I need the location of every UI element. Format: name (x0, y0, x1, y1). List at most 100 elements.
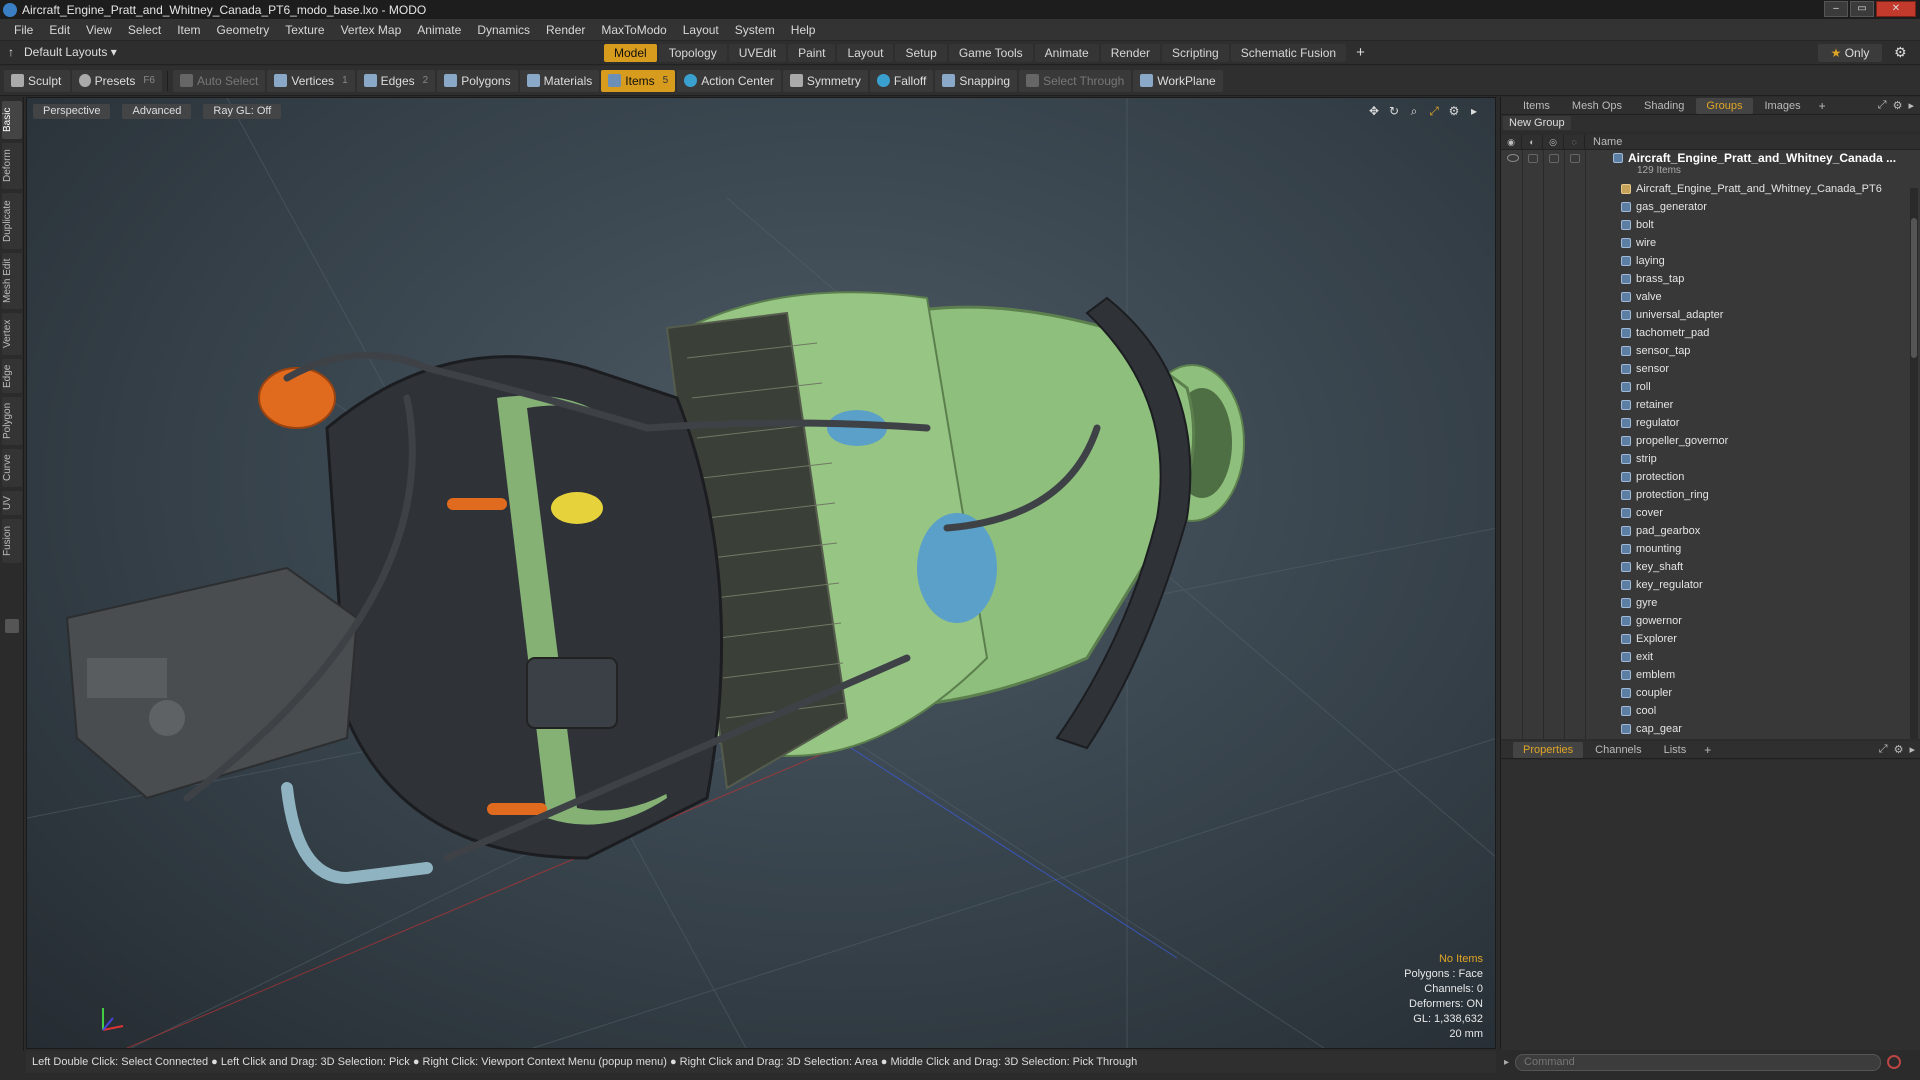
tree-group-row[interactable]: valve (1501, 288, 1909, 306)
view-projection-button[interactable]: Perspective (33, 104, 111, 119)
menu-layout[interactable]: Layout (675, 23, 727, 37)
left-tab-mesh-edit[interactable]: Mesh Edit (2, 253, 22, 309)
menu-maxtomodo[interactable]: MaxToModo (593, 23, 674, 37)
left-tab-vertex[interactable]: Vertex (2, 313, 22, 355)
tab-lists[interactable]: Lists (1654, 742, 1697, 758)
menu-render[interactable]: Render (538, 23, 593, 37)
menu-view[interactable]: View (78, 23, 120, 37)
add-tab-button[interactable]: + (1348, 44, 1373, 62)
close-button[interactable]: ✕ (1876, 1, 1916, 17)
tree-group-row[interactable]: tachometr_pad (1501, 324, 1909, 342)
restore-button[interactable]: ▭ (1850, 1, 1874, 17)
tree-group-row[interactable]: retainer (1501, 396, 1909, 414)
tab-layout[interactable]: Layout (837, 44, 894, 62)
tab-render[interactable]: Render (1100, 44, 1161, 62)
tab-mesh-ops[interactable]: Mesh Ops (1562, 98, 1632, 114)
tab-animate[interactable]: Animate (1034, 44, 1099, 62)
add-properties-tab-button[interactable]: + (1698, 743, 1717, 757)
3d-viewport[interactable]: Perspective Advanced Ray GL: Off ✥ ↻ ⌕ ⤢… (26, 97, 1496, 1049)
left-tab-curve[interactable]: Curve (2, 449, 22, 487)
tab-topology[interactable]: Topology (658, 44, 727, 62)
tree-group-row[interactable]: protection (1501, 468, 1909, 486)
tab-schematic-fusion[interactable]: Schematic Fusion (1230, 44, 1347, 62)
select-column-icon[interactable]: ◌ (1564, 135, 1585, 150)
tree-group-row[interactable]: wire (1501, 234, 1909, 252)
tree-group-row[interactable]: cover (1501, 504, 1909, 522)
render-column-icon[interactable]: ◐ (1522, 135, 1543, 150)
menu-edit[interactable]: Edit (41, 23, 78, 37)
tree-group-row[interactable]: roll (1501, 378, 1909, 396)
tree-scrollbar-thumb[interactable] (1911, 218, 1917, 358)
menu-texture[interactable]: Texture (277, 23, 332, 37)
layout-selector[interactable]: ↑ Default Layouts ▾ (8, 45, 117, 59)
properties-arrow-icon[interactable]: ▸ (1909, 743, 1915, 756)
render-toggle-icon[interactable] (1528, 154, 1538, 163)
tree-mesh-item[interactable]: Aircraft_Engine_Pratt_and_Whitney_Canada… (1501, 180, 1909, 198)
tree-group-row[interactable]: Explorer (1501, 630, 1909, 648)
new-group-button[interactable]: New Group (1503, 116, 1571, 130)
only-button[interactable]: ★ Only (1818, 44, 1882, 62)
command-clear-icon[interactable] (1887, 1055, 1902, 1069)
tree-group-row[interactable]: sensor_tap (1501, 342, 1909, 360)
menu-system[interactable]: System (727, 23, 783, 37)
tree-group-row[interactable]: gyre (1501, 594, 1909, 612)
tree-group-row[interactable]: bolt (1501, 216, 1909, 234)
tab-paint[interactable]: Paint (788, 44, 836, 62)
items-button[interactable]: Items 5 (601, 69, 676, 92)
menu-item[interactable]: Item (169, 23, 208, 37)
tab-model[interactable]: Model (604, 44, 657, 62)
snapping-button[interactable]: Snapping (935, 69, 1018, 92)
fit-view-icon[interactable]: ⤢ (1427, 104, 1441, 118)
tab-uvedit[interactable]: UVEdit (728, 44, 787, 62)
menu-help[interactable]: Help (783, 23, 824, 37)
shading-mode-button[interactable]: Advanced (122, 104, 192, 119)
tab-scripting[interactable]: Scripting (1162, 44, 1229, 62)
minimize-button[interactable]: – (1824, 1, 1848, 17)
presets-button[interactable]: Presets F6 (72, 69, 162, 92)
menu-vertex-map[interactable]: Vertex Map (333, 23, 410, 37)
tree-scrollbar[interactable] (1910, 188, 1918, 739)
lock-toggle-icon[interactable] (1549, 154, 1559, 163)
tree-group-row[interactable]: key_regulator (1501, 576, 1909, 594)
tree-group-row[interactable]: pad_turbine (1501, 738, 1909, 739)
tab-shading[interactable]: Shading (1634, 98, 1694, 114)
workplane-button[interactable]: WorkPlane (1133, 69, 1223, 92)
tree-group-row[interactable]: key_shaft (1501, 558, 1909, 576)
zoom-icon[interactable]: ⌕ (1407, 104, 1421, 118)
tree-group-row[interactable]: propeller_governor (1501, 432, 1909, 450)
sculpt-button[interactable]: Sculpt (4, 69, 70, 92)
maximize-properties-icon[interactable]: ⤢ (1879, 743, 1888, 756)
left-tab-duplicate[interactable]: Duplicate (2, 193, 22, 249)
menu-geometry[interactable]: Geometry (209, 23, 278, 37)
edges-button[interactable]: Edges 2 (356, 69, 436, 92)
tree-group-row[interactable]: cool (1501, 702, 1909, 720)
tree-group-row[interactable]: universal_adapter (1501, 306, 1909, 324)
action-center-button[interactable]: Action Center (677, 69, 781, 92)
left-tab-basic[interactable]: Basic (2, 101, 22, 139)
tab-setup[interactable]: Setup (895, 44, 947, 62)
tree-group-row[interactable]: mounting (1501, 540, 1909, 558)
tree-group-row[interactable]: exit (1501, 648, 1909, 666)
maximize-panel-icon[interactable]: ⤢ (1878, 99, 1887, 112)
visibility-eye-icon[interactable] (1507, 154, 1519, 162)
tab-images[interactable]: Images (1755, 98, 1811, 114)
tab-channels[interactable]: Channels (1585, 742, 1651, 758)
tab-properties[interactable]: Properties (1513, 741, 1584, 758)
tree-group-row[interactable]: emblem (1501, 666, 1909, 684)
lock-column-icon[interactable]: ◎ (1543, 135, 1564, 150)
pan-icon[interactable]: ✥ (1367, 104, 1381, 118)
left-tab-deform[interactable]: Deform (2, 143, 22, 189)
raygl-button[interactable]: Ray GL: Off (203, 104, 282, 119)
left-tab-edge[interactable]: Edge (2, 359, 22, 393)
symmetry-button[interactable]: Symmetry (782, 69, 868, 92)
rotate-icon[interactable]: ↻ (1387, 104, 1401, 118)
command-history-arrow-icon[interactable]: ▸ (1504, 1057, 1509, 1068)
tree-group-row[interactable]: brass_tap (1501, 270, 1909, 288)
tree-group-row[interactable]: regulator (1501, 414, 1909, 432)
menu-dynamics[interactable]: Dynamics (469, 23, 538, 37)
tab-groups[interactable]: Groups (1696, 97, 1753, 114)
tab-game-tools[interactable]: Game Tools (948, 44, 1033, 62)
tree-root-group[interactable]: Aircraft_Engine_Pratt_and_Whitney_Canada… (1501, 150, 1909, 180)
add-panel-tab-button[interactable]: + (1813, 99, 1832, 113)
tree-group-row[interactable]: cap_gear (1501, 720, 1909, 738)
